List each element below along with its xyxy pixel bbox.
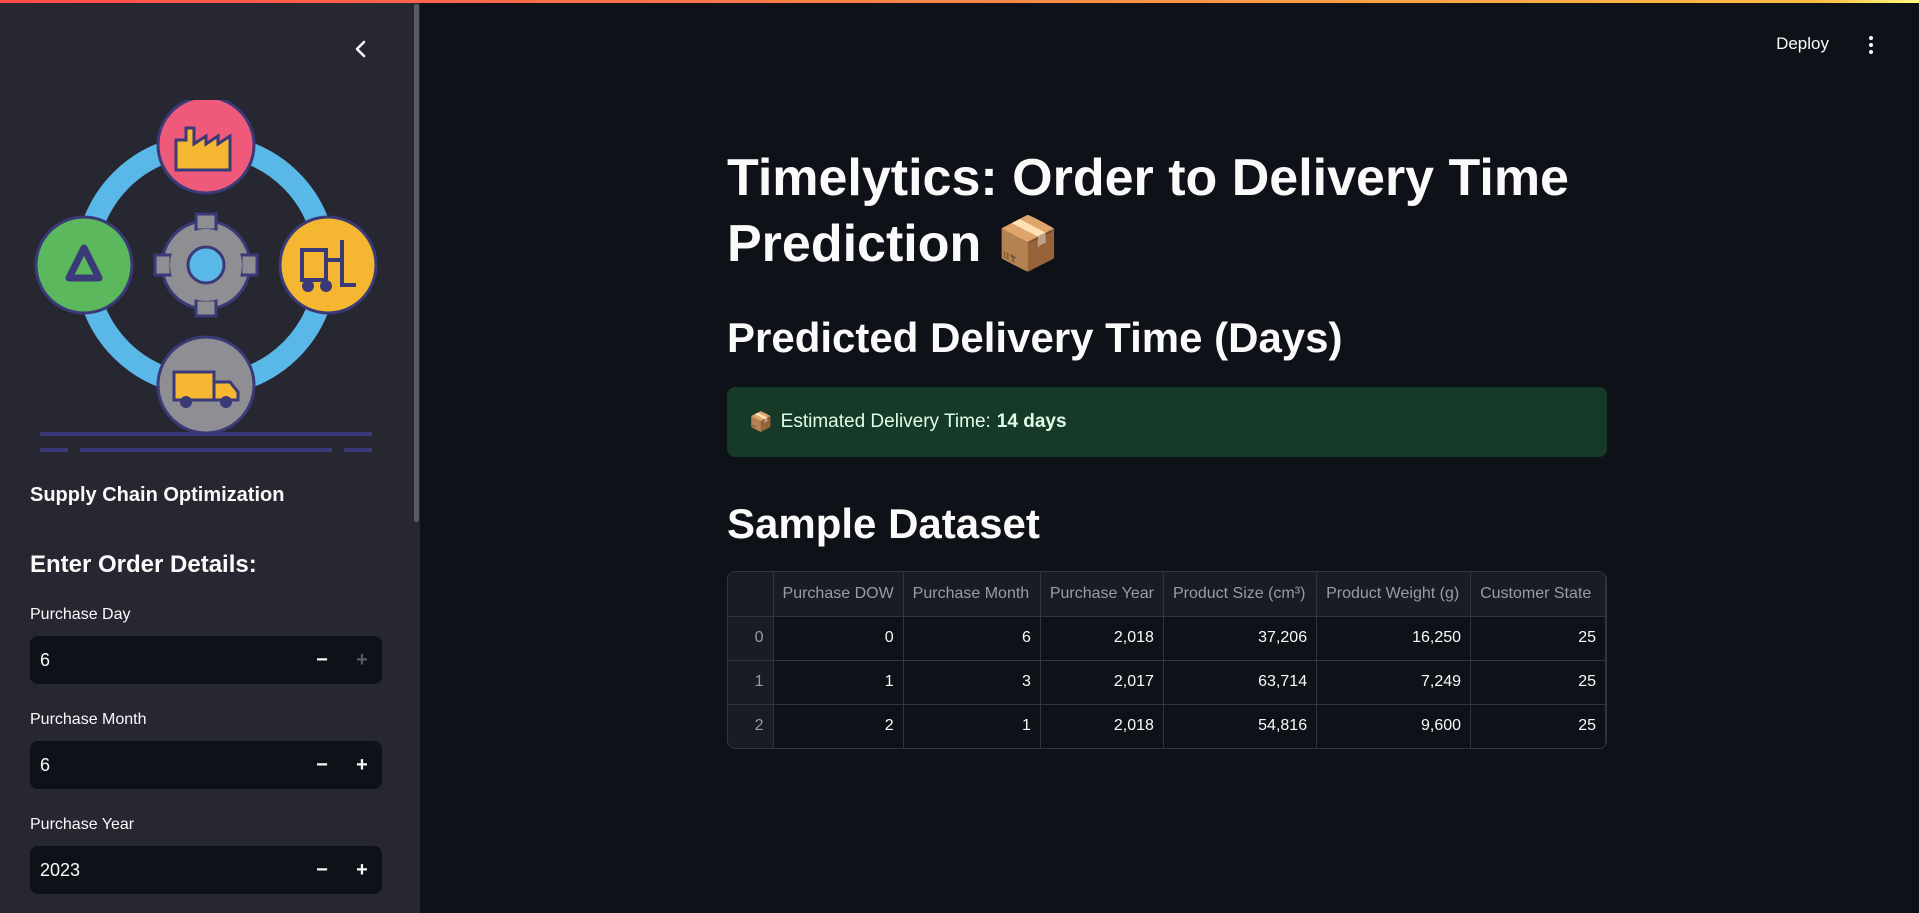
table-cell[interactable]: 25 bbox=[1470, 660, 1606, 705]
table-row: 1 1 3 2,017 63,714 7,249 25 bbox=[728, 660, 1606, 705]
deploy-button[interactable]: Deploy bbox=[1776, 34, 1829, 54]
purchase-day-increment-button[interactable]: + bbox=[342, 636, 382, 684]
column-header[interactable]: Product Size (cm³) bbox=[1163, 572, 1318, 617]
purchase-month-value[interactable]: 6 bbox=[30, 755, 302, 776]
table-cell[interactable]: 2 bbox=[728, 704, 774, 748]
purchase-day-label: Purchase Day bbox=[30, 606, 131, 623]
purchase-month-field: Purchase Month 6 − + bbox=[30, 711, 382, 789]
collapse-sidebar-button[interactable] bbox=[348, 38, 374, 64]
sidebar: Supply Chain Optimization Enter Order De… bbox=[0, 0, 420, 913]
sidebar-scrollbar[interactable] bbox=[414, 4, 419, 522]
table-cell[interactable]: 25 bbox=[1470, 616, 1606, 661]
column-header[interactable]: Customer State bbox=[1470, 572, 1606, 617]
table-row: 2 2 1 2,018 54,816 9,600 25 bbox=[728, 704, 1606, 748]
purchase-month-decrement-button[interactable]: − bbox=[302, 741, 342, 789]
table-cell[interactable]: 6 bbox=[903, 616, 1041, 661]
vertical-dots-icon[interactable] bbox=[1863, 34, 1879, 56]
purchase-year-field: Purchase Year 2023 − + bbox=[30, 816, 382, 894]
alert-value: 14 days bbox=[996, 411, 1067, 432]
table-header-row: Purchase DOW Purchase Month Purchase Yea… bbox=[728, 572, 1606, 617]
order-details-heading: Enter Order Details: bbox=[30, 551, 257, 578]
column-header[interactable]: Purchase DOW bbox=[773, 572, 904, 617]
table-row: 0 0 6 2,018 37,206 16,250 25 bbox=[728, 616, 1606, 661]
table-cell[interactable]: 2,018 bbox=[1040, 704, 1164, 748]
table-cell[interactable]: 0 bbox=[728, 616, 774, 661]
purchase-year-increment-button[interactable]: + bbox=[342, 846, 382, 894]
table-cell[interactable]: 2,018 bbox=[1040, 616, 1164, 661]
purchase-year-value[interactable]: 2023 bbox=[30, 860, 302, 881]
header-decoration-bar bbox=[0, 0, 1919, 3]
sidebar-title: Supply Chain Optimization bbox=[30, 484, 285, 506]
purchase-day-input[interactable]: 6 − + bbox=[30, 636, 382, 684]
purchase-day-field: Purchase Day 6 − + bbox=[30, 606, 382, 684]
purchase-day-value[interactable]: 6 bbox=[30, 650, 302, 671]
column-header[interactable]: Product Weight (g) bbox=[1316, 572, 1472, 617]
purchase-month-increment-button[interactable]: + bbox=[342, 741, 382, 789]
column-header[interactable]: Purchase Year bbox=[1040, 572, 1164, 617]
purchase-month-input[interactable]: 6 − + bbox=[30, 741, 382, 789]
factory-icon bbox=[156, 100, 256, 195]
table-cell[interactable]: 25 bbox=[1470, 704, 1606, 748]
predicted-delivery-heading: Predicted Delivery Time (Days) bbox=[727, 314, 1343, 361]
purchase-year-input[interactable]: 2023 − + bbox=[30, 846, 382, 894]
purchase-year-decrement-button[interactable]: − bbox=[302, 846, 342, 894]
table-cell[interactable]: 0 bbox=[773, 616, 904, 661]
forklift-icon bbox=[278, 215, 378, 315]
table-cell[interactable]: 2,017 bbox=[1040, 660, 1164, 705]
table-cell[interactable]: 7,249 bbox=[1316, 660, 1472, 705]
table-cell[interactable]: 9,600 bbox=[1316, 704, 1472, 748]
main-content: Deploy Timelytics: Order to Delivery Tim… bbox=[420, 0, 1919, 913]
alert-text: Estimated Delivery Time: bbox=[780, 411, 991, 432]
gear-icon bbox=[153, 212, 259, 318]
column-header-index[interactable] bbox=[728, 572, 774, 617]
table-cell[interactable]: 1 bbox=[728, 660, 774, 705]
truck-icon bbox=[156, 335, 256, 435]
package-icon: 📦 bbox=[749, 412, 773, 433]
chevron-left-icon bbox=[355, 40, 366, 58]
column-header[interactable]: Purchase Month bbox=[903, 572, 1041, 617]
purchase-day-decrement-button[interactable]: − bbox=[302, 636, 342, 684]
purchase-year-label: Purchase Year bbox=[30, 816, 135, 833]
table-cell[interactable]: 63,714 bbox=[1163, 660, 1318, 705]
page-title: Timelytics: Order to Delivery Time Predi… bbox=[727, 149, 1569, 273]
supply-chain-cycle-icon bbox=[34, 100, 378, 452]
table-cell[interactable]: 1 bbox=[903, 704, 1041, 748]
dataset-table[interactable]: Purchase DOW Purchase Month Purchase Yea… bbox=[727, 571, 1607, 749]
table-cell[interactable]: 54,816 bbox=[1163, 704, 1318, 748]
recycle-icon bbox=[34, 215, 134, 315]
sample-dataset-heading: Sample Dataset bbox=[727, 500, 1040, 547]
table-cell[interactable]: 37,206 bbox=[1163, 616, 1318, 661]
table-cell[interactable]: 3 bbox=[903, 660, 1041, 705]
success-alert: 📦 Estimated Delivery Time: 14 days bbox=[727, 387, 1607, 457]
content-block: Timelytics: Order to Delivery Time Predi… bbox=[727, 145, 1607, 749]
table-cell[interactable]: 1 bbox=[773, 660, 904, 705]
purchase-month-label: Purchase Month bbox=[30, 711, 147, 728]
table-cell[interactable]: 2 bbox=[773, 704, 904, 748]
table-cell[interactable]: 16,250 bbox=[1316, 616, 1472, 661]
